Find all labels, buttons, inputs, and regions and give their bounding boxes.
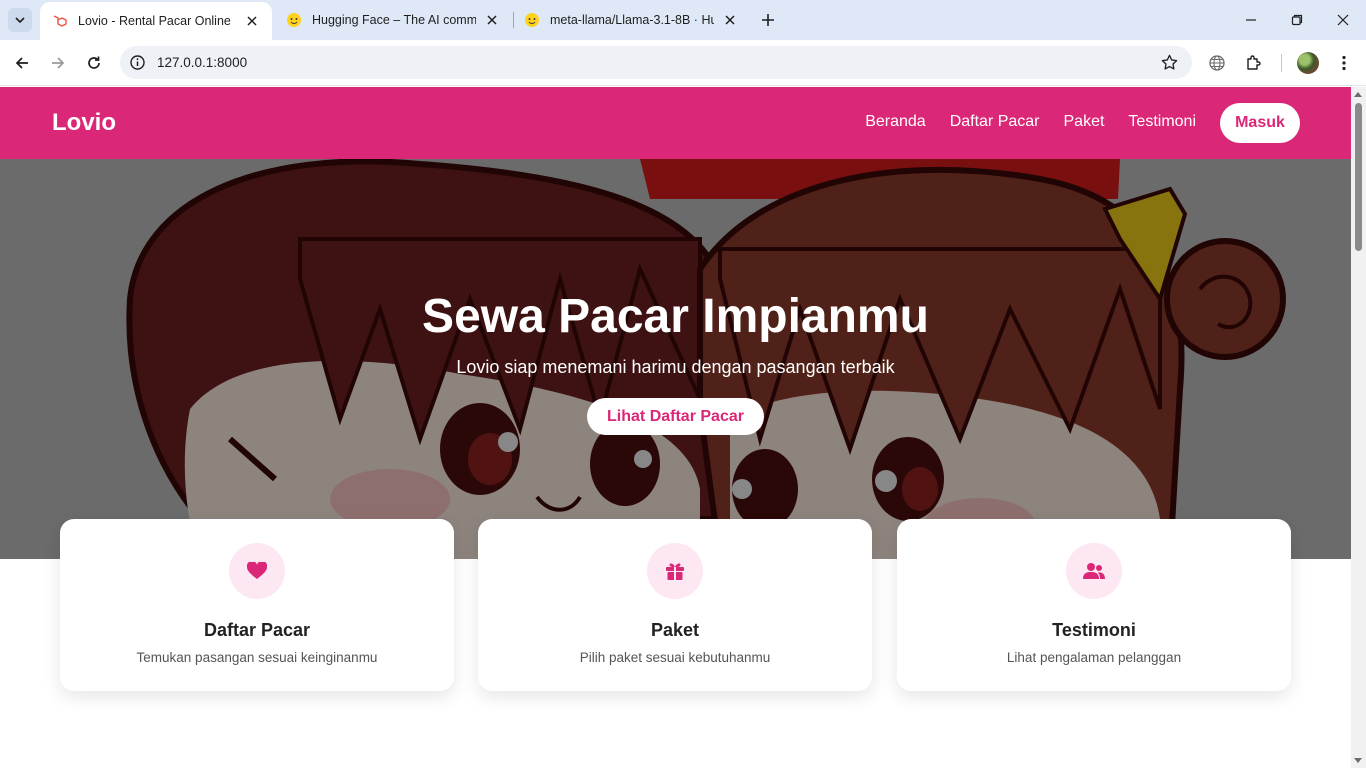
- hugging-face-icon: [286, 12, 302, 28]
- site-nav-links: Beranda Daftar Pacar Paket Testimoni: [865, 113, 1196, 131]
- extensions-button[interactable]: [1243, 52, 1265, 74]
- puzzle-icon: [1247, 55, 1261, 70]
- browser-tab-strip: Lovio - Rental Pacar Online Hugging Face…: [0, 0, 1366, 40]
- heart-icon: [229, 543, 285, 599]
- scrollbar-thumb[interactable]: [1355, 103, 1362, 251]
- close-icon[interactable]: [722, 12, 738, 28]
- login-button[interactable]: Masuk: [1220, 103, 1300, 143]
- back-button[interactable]: [10, 51, 34, 75]
- address-bar[interactable]: 127.0.0.1:8000: [120, 46, 1192, 79]
- card-title: Testimoni: [1052, 620, 1136, 640]
- site-navbar: Lovio Beranda Daftar Pacar Paket Testimo…: [0, 87, 1351, 159]
- arrow-left-icon: [15, 57, 28, 69]
- tab-title: Lovio - Rental Pacar Online: [78, 14, 231, 28]
- hero-title: Sewa Pacar Impianmu: [422, 290, 929, 343]
- scroll-down-arrow-icon[interactable]: [1354, 758, 1362, 763]
- new-tab-button[interactable]: [758, 10, 778, 30]
- tab-hugging-face[interactable]: Hugging Face – The AI commun: [274, 0, 512, 40]
- card-description: Pilih paket sesuai kebutuhanmu: [579, 650, 771, 665]
- browser-toolbar: 127.0.0.1:8000: [0, 40, 1366, 86]
- hero-subtitle: Lovio siap menemani harimu dengan pasang…: [456, 357, 895, 377]
- restore-icon: [1291, 14, 1303, 26]
- browser-menu-button[interactable]: [1333, 52, 1355, 74]
- feature-cards: Daftar Pacar Temukan pasangan sesuai kei…: [60, 519, 1291, 691]
- arrow-right-icon: [52, 57, 65, 69]
- info-icon[interactable]: [129, 54, 146, 71]
- tab-title: Hugging Face – The AI commun: [312, 13, 476, 27]
- reload-button[interactable]: [82, 51, 106, 75]
- profile-avatar[interactable]: [1297, 52, 1319, 74]
- hugging-face-icon: [524, 12, 540, 28]
- tab-search-button[interactable]: [8, 8, 32, 32]
- url-text[interactable]: 127.0.0.1:8000: [157, 55, 247, 70]
- nav-link-daftar-pacar[interactable]: Daftar Pacar: [950, 113, 1040, 131]
- view-list-button[interactable]: Lihat Daftar Pacar: [587, 398, 764, 435]
- tab-title: meta-llama/Llama-3.1-8B · Hug: [550, 13, 714, 27]
- page-scrollbar[interactable]: [1351, 87, 1366, 768]
- minimize-icon: [1246, 19, 1256, 21]
- minimize-button[interactable]: [1241, 10, 1261, 30]
- restore-button[interactable]: [1287, 10, 1307, 30]
- hero-section: Sewa Pacar Impianmu Lovio siap menemani …: [0, 159, 1351, 559]
- close-icon[interactable]: [484, 12, 500, 28]
- tab-lovio[interactable]: Lovio - Rental Pacar Online: [40, 2, 272, 40]
- bookmark-star-icon[interactable]: [1160, 53, 1179, 72]
- card-description: Lihat pengalaman pelanggan: [1006, 650, 1182, 665]
- gift-icon: [647, 543, 703, 599]
- laravel-icon: [52, 13, 68, 29]
- card-title: Daftar Pacar: [203, 620, 311, 640]
- reload-icon: [88, 56, 100, 69]
- kebab-menu-icon: [1342, 55, 1346, 71]
- feature-card-testimoni[interactable]: Testimoni Lihat pengalaman pelanggan: [897, 519, 1291, 691]
- site-logo[interactable]: Lovio: [52, 109, 116, 137]
- translate-button[interactable]: [1206, 52, 1228, 74]
- chevron-down-icon: [15, 17, 25, 24]
- nav-link-paket[interactable]: Paket: [1064, 113, 1105, 131]
- page-viewport: Lovio Beranda Daftar Pacar Paket Testimo…: [0, 87, 1351, 768]
- close-window-button[interactable]: [1333, 10, 1353, 30]
- toolbar-divider: [1281, 54, 1282, 72]
- nav-link-beranda[interactable]: Beranda: [865, 113, 926, 131]
- plus-icon: [762, 14, 774, 26]
- users-icon: [1066, 543, 1122, 599]
- card-title: Paket: [650, 620, 700, 640]
- feature-card-daftar-pacar[interactable]: Daftar Pacar Temukan pasangan sesuai kei…: [60, 519, 454, 691]
- card-description: Temukan pasangan sesuai keinginanmu: [136, 650, 378, 665]
- scroll-up-arrow-icon[interactable]: [1354, 92, 1362, 97]
- close-icon: [1337, 14, 1349, 26]
- nav-link-testimoni[interactable]: Testimoni: [1128, 113, 1196, 131]
- globe-icon: [1209, 55, 1225, 71]
- feature-card-paket[interactable]: Paket Pilih paket sesuai kebutuhanmu: [478, 519, 872, 691]
- tab-llama[interactable]: meta-llama/Llama-3.1-8B · Hug: [512, 0, 750, 40]
- close-icon[interactable]: [244, 13, 260, 29]
- forward-button[interactable]: [46, 51, 70, 75]
